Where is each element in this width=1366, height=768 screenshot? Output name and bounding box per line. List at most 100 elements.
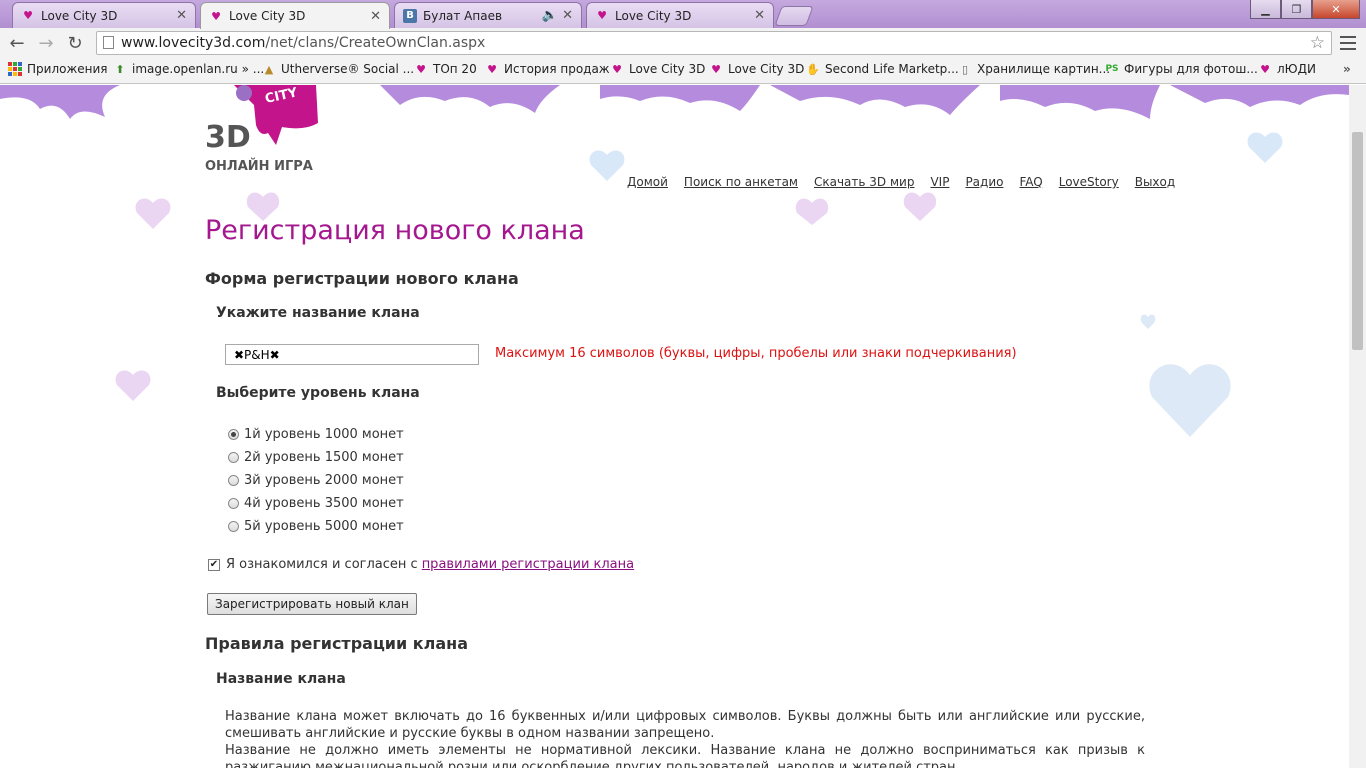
level-option-4[interactable]: 4й уровень 3500 монет (228, 496, 404, 511)
close-tab-icon[interactable]: ✕ (562, 8, 573, 23)
new-tab-button[interactable] (774, 6, 814, 26)
nav-logout[interactable]: Выход (1135, 175, 1175, 189)
nav-search-profiles[interactable]: Поиск по анкетам (684, 175, 798, 189)
bookmark-label: Хранилище картин... (977, 62, 1111, 76)
page-icon (103, 36, 114, 49)
bookmark-item[interactable]: ♥ ТОп 20 (414, 62, 477, 76)
level-option-1[interactable]: 1й уровень 1000 монет (228, 427, 404, 442)
tab-title: Love City 3D (41, 8, 118, 23)
site-logo[interactable]: CITY 3D ОНЛАЙН ИГРА (204, 85, 324, 180)
hand-icon: ✋ (806, 62, 820, 76)
menu-icon[interactable] (1340, 32, 1358, 54)
lovecity-icon: ♥ (597, 9, 607, 22)
close-tab-icon[interactable]: ✕ (754, 8, 765, 23)
tab-3[interactable]: B Булат Апаев 🔈 ✕ (394, 2, 582, 28)
speaker-icon[interactable]: 🔈 (542, 8, 558, 23)
bookmark-item[interactable]: ▲ Utherverse® Social ... (262, 62, 414, 76)
nav-radio[interactable]: Радио (965, 175, 1003, 189)
more-bookmarks-icon[interactable]: » (1343, 62, 1351, 76)
nav-home[interactable]: Домой (627, 175, 668, 189)
level-option-label: 1й уровень 1000 монет (244, 427, 404, 442)
hat-icon: ▲ (264, 62, 274, 76)
clan-name-hint: Максимум 16 символов (буквы, цифры, проб… (495, 346, 1017, 361)
nav-download-3d[interactable]: Скачать 3D мир (814, 175, 914, 189)
bookmark-label: Utherverse® Social ... (281, 62, 415, 76)
level-option-label: 2й уровень 1500 монет (244, 450, 404, 465)
agree-checkbox[interactable]: ✔ (208, 558, 220, 571)
clan-rules-link[interactable]: правилами регистрации клана (422, 557, 634, 572)
radio-button[interactable] (228, 498, 239, 509)
level-option-label: 5й уровень 5000 монет (244, 519, 404, 534)
address-bar[interactable]: www.lovecity3d.com/net/clans/CreateOwnCl… (96, 31, 1332, 55)
tab-4[interactable]: ♥ Love City 3D ✕ (586, 2, 774, 28)
radio-button[interactable] (228, 452, 239, 463)
bookmark-label: Love City 3D (728, 62, 805, 76)
forward-icon[interactable]: → (35, 32, 57, 54)
bookmark-label: Love City 3D (629, 62, 706, 76)
arrow-up-icon: ⬆ (115, 62, 125, 76)
level-option-label: 3й уровень 2000 монет (244, 473, 404, 488)
bookmark-item[interactable]: ✋ Second Life Marketp... (806, 62, 959, 76)
tab-2[interactable]: ♥ Love City 3D ✕ (200, 2, 390, 29)
bookmark-item[interactable]: ♥ История продаж (485, 62, 610, 76)
bookmark-label: Приложения (27, 62, 108, 76)
vk-icon: B (403, 8, 417, 23)
lovecity-icon: ♥ (711, 62, 721, 76)
bookmarks-bar: Приложения ⬆ image.openlan.ru » ... ▲ Ut… (0, 58, 1366, 84)
bookmark-item[interactable]: ▯ Хранилище картин... (958, 62, 1110, 76)
rules-text: Название клана может включать до 16 букв… (225, 708, 1145, 768)
agree-text: Я ознакомился и согласен с (226, 557, 418, 572)
lovecity-icon: ♥ (416, 62, 426, 76)
tab-strip: ♥ Love City 3D ✕ ♥ Love City 3D ✕ B Була… (0, 0, 1366, 29)
bookmark-item[interactable]: PS Фигуры для фотош... (1105, 62, 1258, 76)
lovecity-icon: ♥ (612, 62, 622, 76)
form-heading: Форма регистрации нового клана (205, 269, 519, 288)
scrollbar-thumb[interactable] (1352, 132, 1363, 350)
logo-3d-text: 3D (205, 120, 251, 155)
register-clan-button[interactable]: Зарегистрировать новый клан (207, 593, 417, 615)
page-scrollbar[interactable] (1349, 85, 1366, 768)
maximize-icon[interactable]: ❐ (1281, 0, 1312, 19)
tab-title: Love City 3D (615, 8, 692, 23)
ps-icon: PS (1105, 64, 1119, 74)
bookmark-item[interactable]: ⬆ image.openlan.ru » ... (113, 62, 264, 76)
lovecity-icon: ♥ (211, 9, 221, 23)
clan-level-label: Выберите уровень клана (216, 385, 420, 401)
clan-name-input[interactable] (225, 344, 479, 365)
clan-name-label: Укажите название клана (216, 305, 420, 321)
radio-button[interactable] (228, 475, 239, 486)
close-tab-icon[interactable]: ✕ (176, 8, 187, 23)
page-icon: ▯ (961, 62, 969, 76)
level-option-2[interactable]: 2й уровень 1500 монет (228, 450, 404, 465)
tab-1[interactable]: ♥ Love City 3D ✕ (12, 2, 196, 28)
bookmark-item[interactable]: ♥ лЮДИ (1258, 62, 1316, 76)
minimize-icon[interactable]: ▁ (1250, 0, 1281, 19)
rules-heading: Правила регистрации клана (205, 634, 469, 653)
bookmark-star-icon[interactable]: ☆ (1310, 32, 1325, 54)
tab-title: Булат Апаев (423, 8, 503, 23)
radio-button[interactable] (228, 521, 239, 532)
nav-lovestory[interactable]: LoveStory (1059, 175, 1119, 189)
window-controls: ▁ ❐ ✕ (1250, 0, 1360, 19)
url-path: /net/clans/CreateOwnClan.aspx (265, 35, 486, 51)
bookmark-label: Фигуры для фотош... (1124, 62, 1258, 76)
back-icon[interactable]: ← (6, 32, 28, 54)
reload-icon[interactable]: ↻ (64, 32, 86, 54)
nav-faq[interactable]: FAQ (1019, 175, 1042, 189)
apps-icon (8, 62, 22, 76)
bookmark-apps[interactable]: Приложения (8, 62, 108, 76)
bookmark-label: ТОп 20 (433, 62, 477, 76)
level-option-5[interactable]: 5й уровень 5000 монет (228, 519, 404, 534)
rules-paragraph: Название не должно иметь элементы не нор… (225, 743, 1145, 768)
level-option-3[interactable]: 3й уровень 2000 монет (228, 473, 404, 488)
bookmark-item[interactable]: ♥ Love City 3D (610, 62, 705, 76)
web-page: CITY 3D ОНЛАЙН ИГРА Домой Поиск по анкет… (0, 85, 1349, 768)
close-tab-icon[interactable]: ✕ (370, 9, 381, 24)
close-window-icon[interactable]: ✕ (1312, 0, 1360, 19)
bookmark-item[interactable]: ♥ Love City 3D (709, 62, 804, 76)
page-title: Регистрация нового клана (205, 215, 585, 246)
nav-vip[interactable]: VIP (930, 175, 949, 189)
radio-button[interactable] (228, 429, 239, 440)
lovecity-icon: ♥ (1260, 62, 1270, 76)
rules-subheading: Название клана (216, 671, 346, 687)
